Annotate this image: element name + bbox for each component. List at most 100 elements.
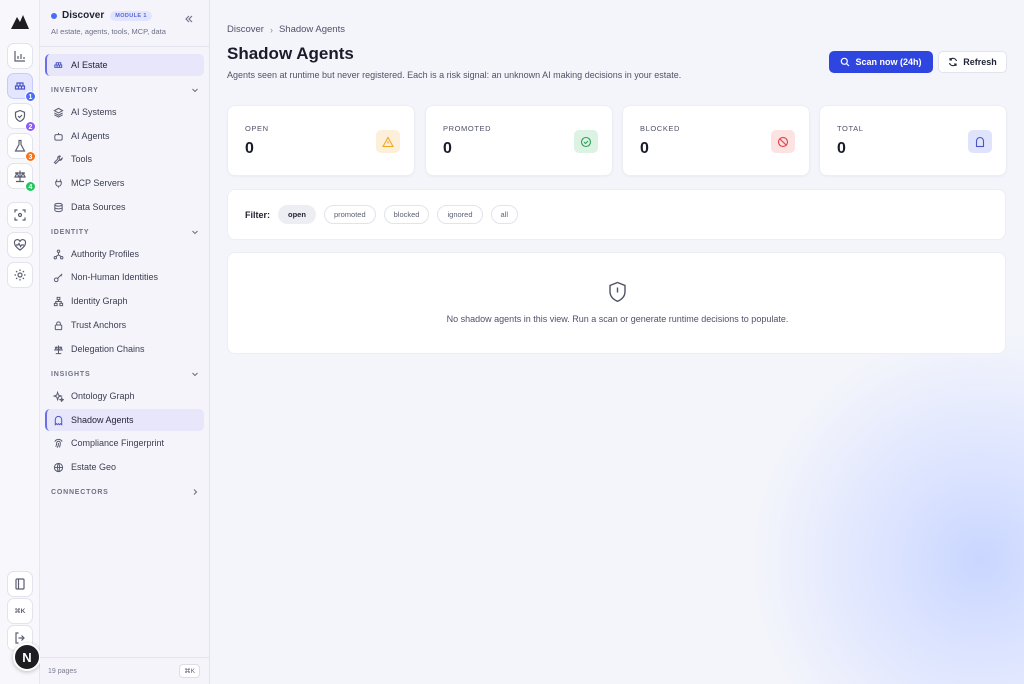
layers-icon <box>53 107 64 118</box>
breadcrumb: Discover › Shadow Agents <box>227 24 345 35</box>
logo-icon <box>11 15 29 29</box>
sidebar-subtitle: AI estate, agents, tools, MCP, data <box>51 27 166 36</box>
rail-discover-button[interactable]: 1 <box>7 73 36 102</box>
sidebar-item-estate-geo[interactable]: Estate Geo <box>45 456 204 478</box>
stat-value: 0 <box>640 140 649 157</box>
section-connectors[interactable]: CONNECTORS <box>51 488 199 496</box>
filter-chip-promoted[interactable]: promoted <box>323 205 376 224</box>
search-icon <box>841 57 850 67</box>
rail-health-button[interactable] <box>7 232 33 258</box>
sidebar-item-label: Data Sources <box>71 202 126 212</box>
filter-chip-open[interactable]: open <box>278 205 316 224</box>
sidebar-item-data-sources[interactable]: Data Sources <box>45 196 204 218</box>
sidebar-item-tools[interactable]: Tools <box>45 148 204 170</box>
scale-icon <box>14 170 26 183</box>
bar-chart-icon <box>14 51 25 62</box>
sidebar-item-mcp-servers[interactable]: MCP Servers <box>45 172 204 194</box>
sidebar-item-label: Authority Profiles <box>71 249 140 259</box>
rail-docs-button[interactable] <box>7 571 33 597</box>
flask-icon <box>14 139 26 152</box>
scan-now-button[interactable]: Scan now (24h) <box>829 51 933 73</box>
chevron-right-icon <box>193 489 198 495</box>
rail-scale-button[interactable]: 4 <box>7 163 36 192</box>
filter-chip-ignored[interactable]: ignored <box>437 205 483 224</box>
filter-bar: Filter: open promoted blocked ignored al… <box>227 189 1006 240</box>
sidebar-item-ai-agents[interactable]: AI Agents <box>45 125 204 147</box>
rail-badge: 1 <box>25 91 36 102</box>
rail-settings-button[interactable] <box>7 262 33 288</box>
breadcrumb-chevron-icon: › <box>269 24 273 35</box>
sidebar-item-identity-graph[interactable]: Identity Graph <box>45 290 204 312</box>
ghost-icon <box>54 415 63 426</box>
divider <box>40 46 210 47</box>
section-inventory[interactable]: INVENTORY <box>51 86 199 94</box>
pages-count: 19 pages <box>48 667 77 675</box>
shield-alert-icon <box>609 281 626 303</box>
filter-chip-all[interactable]: all <box>490 205 519 224</box>
rail-analytics-button[interactable] <box>7 43 33 69</box>
rail-scan-button[interactable] <box>7 202 33 228</box>
sidebar: Discover MODULE 1 AI estate, agents, too… <box>40 0 210 684</box>
sidebar-item-authority-profiles[interactable]: Authority Profiles <box>45 243 204 265</box>
stat-label: BLOCKED <box>640 124 681 133</box>
rail-shield-button[interactable]: 2 <box>7 103 36 132</box>
filter-chip-blocked[interactable]: blocked <box>383 205 430 224</box>
breadcrumb-current: Shadow Agents <box>278 24 345 35</box>
ghost-icon <box>968 130 992 153</box>
page-description: Agents seen at runtime but never registe… <box>227 70 682 80</box>
scan-face-icon <box>14 209 26 221</box>
network-icon <box>53 249 64 259</box>
sidebar-item-non-human-identities[interactable]: Non-Human Identities <box>45 266 204 288</box>
stat-card-total: TOTAL 0 <box>819 105 1007 176</box>
stat-card-open: OPEN 0 <box>227 105 415 176</box>
sidebar-item-ontology-graph[interactable]: Ontology Graph <box>45 385 204 407</box>
section-identity[interactable]: IDENTITY <box>51 228 199 236</box>
scan-now-label: Scan now (24h) <box>855 57 922 67</box>
user-avatar[interactable]: N <box>13 643 41 671</box>
scale-icon <box>54 344 63 354</box>
chevron-down-icon <box>192 372 198 377</box>
sidebar-footer: 19 pages ⌘K <box>40 657 210 684</box>
sidebar-title: Discover <box>62 10 105 21</box>
rail-command-button[interactable]: ⌘K <box>7 598 33 624</box>
stat-card-blocked: BLOCKED 0 <box>622 105 810 176</box>
sidebar-item-label: MCP Servers <box>71 178 125 188</box>
lock-icon <box>54 320 63 330</box>
sidebar-item-trust-anchors[interactable]: Trust Anchors <box>45 314 204 336</box>
bot-icon <box>54 132 63 141</box>
stat-label: TOTAL <box>837 124 864 133</box>
rail-lab-button[interactable]: 3 <box>7 133 36 162</box>
sidebar-item-label: AI Estate <box>71 60 108 70</box>
main-content: Discover › Shadow Agents Shadow Agents A… <box>211 0 1024 684</box>
sidebar-item-delegation-chains[interactable]: Delegation Chains <box>45 338 204 360</box>
shortcut-label: ⌘K <box>14 608 26 615</box>
section-label: INVENTORY <box>51 86 99 94</box>
module-badge: MODULE 1 <box>110 10 152 21</box>
collapse-sidebar-icon[interactable] <box>183 13 195 25</box>
sidebar-item-label: Non-Human Identities <box>71 272 159 282</box>
rail-badge: 4 <box>25 181 36 192</box>
sidebar-item-ai-estate[interactable]: AI Estate <box>45 54 204 76</box>
stat-value: 0 <box>245 140 254 157</box>
graph-icon <box>53 296 64 306</box>
sidebar-item-label: Tools <box>71 154 93 164</box>
stat-card-promoted: PROMOTED 0 <box>425 105 613 176</box>
sidebar-item-ai-systems[interactable]: AI Systems <box>45 101 204 123</box>
breadcrumb-parent[interactable]: Discover <box>227 24 264 35</box>
gear-icon <box>14 269 26 281</box>
stat-value: 0 <box>837 140 846 157</box>
refresh-icon <box>949 57 958 67</box>
sidebar-item-label: Trust Anchors <box>71 320 127 330</box>
sidebar-item-compliance-fingerprint[interactable]: Compliance Fingerprint <box>45 432 204 454</box>
refresh-label: Refresh <box>963 57 997 67</box>
status-dot <box>51 12 57 19</box>
chevron-down-icon <box>192 88 198 93</box>
refresh-button[interactable]: Refresh <box>938 51 1007 73</box>
globe-icon <box>53 462 64 472</box>
sidebar-item-shadow-agents[interactable]: Shadow Agents <box>45 409 204 431</box>
check-circle-icon <box>574 130 598 153</box>
page-title: Shadow Agents <box>227 44 354 63</box>
command-palette-shortcut[interactable]: ⌘K <box>179 664 200 678</box>
sidebar-item-label: Identity Graph <box>71 296 128 306</box>
section-insights[interactable]: INSIGHTS <box>51 370 199 378</box>
